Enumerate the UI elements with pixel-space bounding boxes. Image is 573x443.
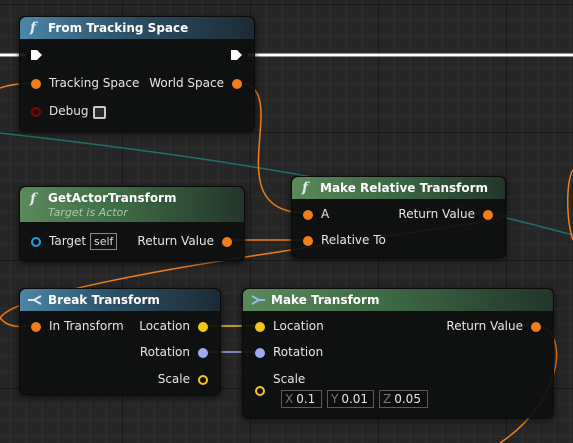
scale-x-field[interactable]: X 0.1 bbox=[281, 390, 322, 408]
scale-pin[interactable] bbox=[198, 375, 208, 385]
node-header: f Make Relative Transform bbox=[292, 177, 505, 199]
debug-label: Debug bbox=[49, 104, 89, 118]
scale-z-field[interactable]: Z 0.05 bbox=[379, 390, 428, 408]
debug-pin[interactable] bbox=[31, 107, 41, 117]
make-relative-transform-node[interactable]: f Make Relative Transform A Return Value… bbox=[291, 176, 506, 258]
function-icon: f bbox=[302, 180, 309, 196]
world-space-label: World Space bbox=[149, 76, 224, 90]
node-header: Break Transform bbox=[20, 289, 220, 311]
y-axis-label: Y bbox=[331, 392, 339, 406]
relative-to-pin[interactable] bbox=[303, 236, 313, 246]
node-title: Make Relative Transform bbox=[320, 181, 489, 195]
in-transform-label: In Transform bbox=[49, 319, 124, 333]
return-value-pin[interactable] bbox=[222, 237, 232, 247]
x-axis-label: X bbox=[285, 392, 294, 406]
function-icon: f bbox=[30, 20, 37, 36]
return-value-label: Return Value bbox=[446, 319, 523, 333]
z-axis-label: Z bbox=[383, 392, 392, 406]
target-pin[interactable] bbox=[31, 237, 41, 247]
exec-in-pin[interactable] bbox=[30, 49, 44, 61]
node-title: GetActorTransform bbox=[48, 190, 177, 205]
function-icon: f bbox=[30, 191, 37, 207]
scale-y-field[interactable]: Y 0.01 bbox=[327, 390, 374, 408]
return-value-pin[interactable] bbox=[531, 322, 541, 332]
scale-label: Scale bbox=[273, 372, 306, 386]
a-label: A bbox=[321, 207, 330, 221]
relative-to-label: Relative To bbox=[321, 233, 386, 247]
world-space-pin[interactable] bbox=[232, 79, 242, 89]
node-header: f From Tracking Space bbox=[20, 17, 254, 39]
right-edge-wire bbox=[567, 169, 573, 241]
location-label: Location bbox=[273, 319, 324, 333]
scale-pin[interactable] bbox=[255, 386, 265, 396]
node-header: Make Transform bbox=[243, 289, 553, 311]
break-transform-node[interactable]: Break Transform In Transform Location Ro… bbox=[19, 288, 221, 395]
from-tracking-space-node[interactable]: f From Tracking Space Tracking Space Wor… bbox=[19, 16, 255, 131]
in-transform-pin[interactable] bbox=[31, 322, 41, 332]
z-value: 0.05 bbox=[394, 392, 421, 406]
tracking-space-label: Tracking Space bbox=[49, 76, 140, 90]
y-value: 0.01 bbox=[341, 392, 369, 406]
rotation-label: Rotation bbox=[139, 345, 190, 359]
x-value: 0.1 bbox=[296, 392, 316, 406]
target-default-value[interactable]: self bbox=[90, 233, 118, 250]
break-struct-icon bbox=[28, 295, 42, 305]
rotation-label: Rotation bbox=[273, 345, 324, 359]
node-header: f GetActorTransform Target is Actor bbox=[20, 187, 244, 222]
make-struct-icon bbox=[251, 295, 265, 305]
get-actor-transform-node[interactable]: f GetActorTransform Target is Actor Targ… bbox=[19, 186, 245, 261]
rotation-pin[interactable] bbox=[198, 348, 208, 358]
location-pin[interactable] bbox=[255, 322, 265, 332]
make-transform-node[interactable]: Make Transform Location Return Value Rot… bbox=[242, 288, 554, 418]
target-label: Target bbox=[49, 234, 87, 248]
node-title: Break Transform bbox=[48, 293, 160, 307]
location-label: Location bbox=[139, 319, 190, 333]
node-title: From Tracking Space bbox=[48, 21, 189, 35]
return-value-label: Return Value bbox=[398, 207, 475, 221]
location-pin[interactable] bbox=[198, 322, 208, 332]
a-pin[interactable] bbox=[303, 210, 313, 220]
return-value-label: Return Value bbox=[137, 234, 214, 248]
return-value-pin[interactable] bbox=[483, 210, 493, 220]
node-title: Make Transform bbox=[271, 293, 380, 307]
debug-checkbox[interactable] bbox=[93, 106, 106, 119]
exec-out-pin[interactable] bbox=[230, 49, 244, 61]
blueprint-graph-canvas[interactable]: f From Tracking Space Tracking Space Wor… bbox=[0, 0, 573, 443]
scale-label: Scale bbox=[157, 372, 190, 386]
tracking-space-pin[interactable] bbox=[31, 79, 41, 89]
rotation-pin[interactable] bbox=[255, 348, 265, 358]
node-subtitle: Target is Actor bbox=[48, 205, 128, 219]
